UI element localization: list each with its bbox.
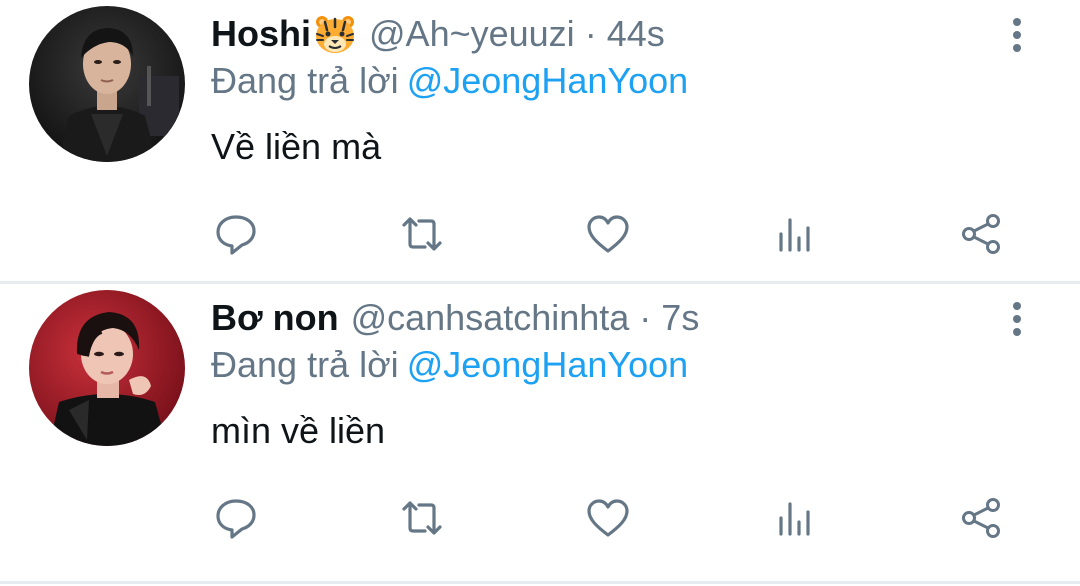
avatar[interactable] (29, 290, 185, 446)
tweet-header: Hoshi @Ah~yeuuzi · 44s (211, 10, 665, 58)
tweet-header: Bơ non @canhsatchinhta · 7s (211, 294, 699, 342)
display-name[interactable]: Hoshi (211, 13, 311, 55)
separator-dot: · (639, 297, 652, 338)
more-options-icon[interactable] (1000, 294, 1034, 344)
reply-mention-link[interactable]: @JeongHanYoon (407, 344, 688, 385)
user-handle[interactable]: @canhsatchinhta (351, 297, 630, 339)
separator-dot: · (584, 13, 597, 54)
like-icon[interactable] (584, 210, 632, 258)
like-icon[interactable] (584, 494, 632, 542)
divider (0, 581, 1080, 584)
avatar[interactable] (29, 6, 185, 162)
reply-mention-link[interactable]: @JeongHanYoon (407, 60, 688, 101)
reply-icon[interactable] (212, 494, 260, 542)
reply-prefix: Đang trả lời (211, 60, 399, 101)
reply-prefix: Đang trả lời (211, 344, 399, 385)
display-name[interactable]: Bơ non (211, 297, 339, 339)
tweet-actions (0, 210, 1080, 258)
replying-to: Đang trả lời @JeongHanYoon (211, 60, 688, 102)
retweet-icon[interactable] (398, 210, 446, 258)
share-icon[interactable] (957, 210, 1005, 258)
retweet-icon[interactable] (398, 494, 446, 542)
analytics-icon[interactable] (771, 210, 819, 258)
tiger-face-emoji-icon (313, 12, 357, 56)
tweet[interactable]: Hoshi @Ah~yeuuzi · 44s Đang trả lời @Jeo… (0, 0, 1080, 282)
user-handle[interactable]: @Ah~yeuuzi (369, 13, 575, 55)
reply-icon[interactable] (212, 210, 260, 258)
more-options-icon[interactable] (1000, 10, 1034, 60)
replying-to: Đang trả lời @JeongHanYoon (211, 344, 688, 386)
tweet-text: Về liền mà (211, 126, 382, 167)
tweet[interactable]: Bơ non @canhsatchinhta · 7s Đang trả lời… (0, 284, 1080, 566)
analytics-icon[interactable] (771, 494, 819, 542)
tweet-actions (0, 494, 1080, 542)
timestamp[interactable]: 7s (661, 297, 699, 339)
tweet-text: mìn về liền (211, 410, 386, 451)
share-icon[interactable] (957, 494, 1005, 542)
timestamp[interactable]: 44s (607, 13, 665, 55)
